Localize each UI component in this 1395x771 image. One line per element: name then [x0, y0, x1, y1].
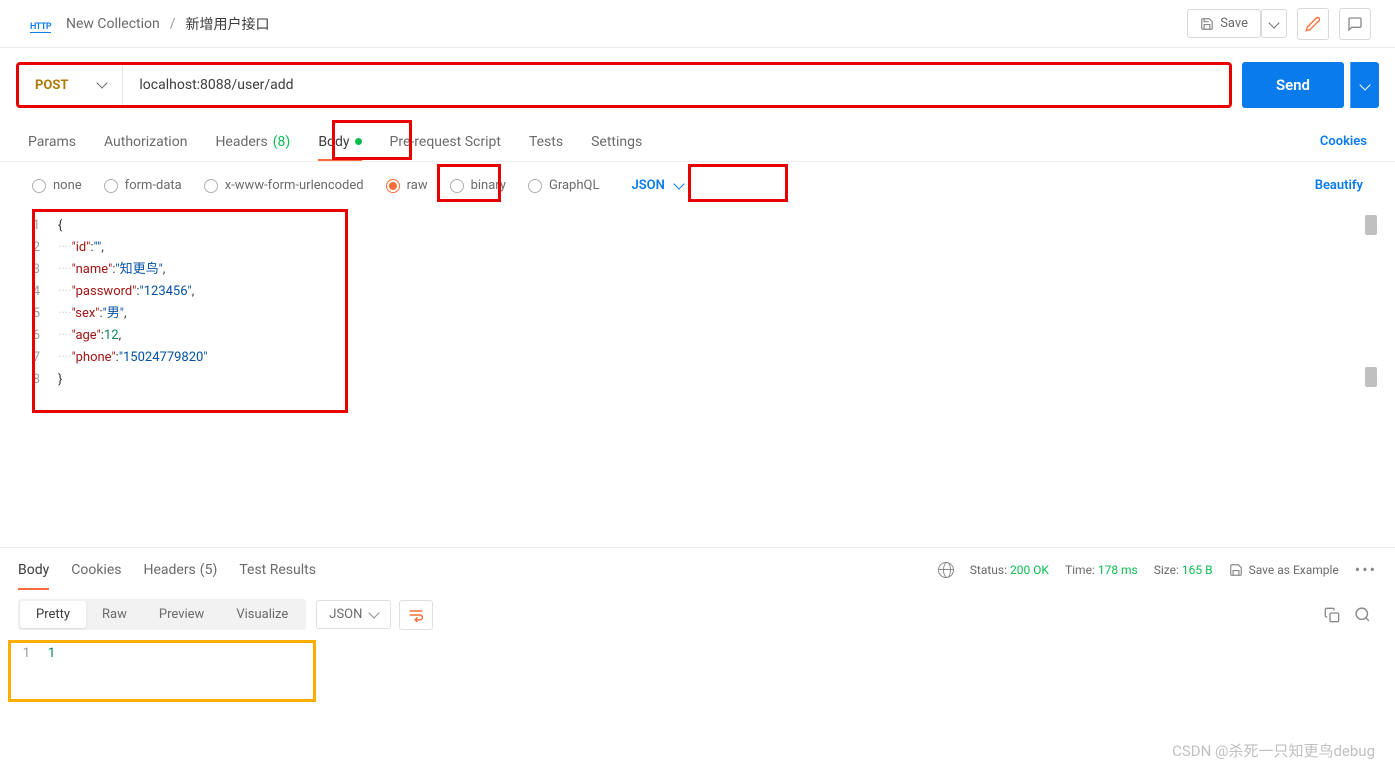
beautify-link[interactable]: Beautify — [1315, 178, 1363, 193]
save-label: Save — [1220, 16, 1248, 31]
tab-params[interactable]: Params — [28, 124, 76, 160]
view-raw[interactable]: Raw — [86, 601, 143, 628]
tab-prerequest[interactable]: Pre-request Script — [390, 124, 501, 160]
modified-dot-icon — [355, 138, 362, 145]
editor-line: 8} — [18, 369, 1377, 391]
editor-line: 3····"name":"知更鸟", — [18, 259, 1377, 281]
scrollbar-thumb[interactable] — [1365, 215, 1377, 235]
editor-line: 1{ — [18, 215, 1377, 237]
editor-line: 5····"sex":"男", — [18, 303, 1377, 325]
chevron-down-icon — [1268, 17, 1279, 28]
crumb-collection[interactable]: New Collection — [66, 16, 160, 32]
chevron-down-icon — [97, 77, 108, 88]
editor-line: 7····"phone":"15024779820" — [18, 347, 1377, 369]
crumb-request: 新增用户接口 — [186, 14, 270, 34]
response-body[interactable]: 1 1 — [8, 642, 1387, 665]
more-icon[interactable]: ••• — [1355, 560, 1377, 579]
headers-count: (8) — [273, 134, 291, 150]
wrap-icon — [408, 608, 424, 622]
tab-body[interactable]: Body — [318, 124, 361, 160]
comment-button[interactable] — [1339, 8, 1371, 40]
search-button[interactable] — [1347, 600, 1377, 630]
save-icon — [1200, 17, 1214, 31]
response-tab-headers[interactable]: Headers (5) — [143, 550, 217, 590]
http-icon — [30, 17, 56, 31]
body-type-raw[interactable]: raw — [386, 178, 428, 193]
editor-line: 2····"id":"", — [18, 237, 1377, 259]
line-number: 1 — [8, 646, 48, 661]
search-icon — [1354, 606, 1371, 623]
response-headers-count: (5) — [200, 562, 218, 578]
tab-settings[interactable]: Settings — [591, 124, 642, 160]
chevron-down-icon — [1359, 79, 1370, 90]
body-type-binary[interactable]: binary — [450, 178, 506, 193]
view-pretty[interactable]: Pretty — [20, 601, 86, 628]
save-button[interactable]: Save — [1187, 9, 1261, 38]
wrap-lines-button[interactable] — [399, 600, 433, 630]
view-preview[interactable]: Preview — [143, 601, 220, 628]
time-label: Time: 178 ms — [1065, 563, 1138, 577]
globe-icon[interactable] — [938, 562, 954, 578]
comment-icon — [1347, 16, 1363, 32]
tab-headers[interactable]: Headers (8) — [215, 124, 290, 160]
scrollbar-thumb[interactable] — [1365, 367, 1377, 387]
method-label: POST — [35, 78, 68, 93]
size-label: Size: 165 B — [1154, 563, 1213, 577]
url-input[interactable] — [139, 77, 1213, 93]
cookies-link[interactable]: Cookies — [1320, 134, 1367, 149]
editor-line: 6····"age":12, — [18, 325, 1377, 347]
method-dropdown[interactable]: POST — [19, 65, 123, 105]
breadcrumb: New Collection / 新增用户接口 — [30, 14, 270, 34]
send-dropdown[interactable] — [1350, 62, 1379, 108]
save-icon — [1229, 563, 1243, 577]
response-content: 1 — [48, 646, 55, 661]
editor-line: 4····"password":"123456", — [18, 281, 1377, 303]
edit-button[interactable] — [1297, 8, 1329, 40]
pencil-icon — [1305, 16, 1321, 32]
request-body-editor[interactable]: 1{2····"id":"",3····"name":"知更鸟",4····"p… — [18, 209, 1377, 397]
watermark: CSDN @杀死一只知更鸟debug — [1172, 740, 1375, 761]
tab-tests[interactable]: Tests — [529, 124, 563, 160]
body-type-none[interactable]: none — [32, 178, 82, 193]
crumb-separator: / — [170, 16, 176, 32]
save-dropdown[interactable] — [1261, 9, 1287, 38]
response-tab-body[interactable]: Body — [18, 550, 49, 590]
chevron-down-icon — [673, 178, 684, 189]
body-type-graphql[interactable]: GraphQL — [528, 178, 599, 193]
highlight-box — [688, 164, 788, 202]
chevron-down-icon — [369, 607, 380, 618]
response-tab-test-results[interactable]: Test Results — [239, 550, 316, 590]
content-type-dropdown[interactable]: JSON — [621, 174, 692, 197]
copy-icon — [1324, 607, 1340, 623]
tab-authorization[interactable]: Authorization — [104, 124, 187, 160]
body-type-urlencoded[interactable]: x-www-form-urlencoded — [204, 178, 364, 193]
save-example-button[interactable]: Save as Example — [1229, 563, 1339, 577]
copy-button[interactable] — [1317, 600, 1347, 630]
view-visualize[interactable]: Visualize — [220, 601, 304, 628]
response-format-dropdown[interactable]: JSON — [316, 600, 391, 629]
request-url-bar: POST — [16, 62, 1232, 108]
response-tab-cookies[interactable]: Cookies — [71, 550, 121, 590]
body-type-formdata[interactable]: form-data — [104, 178, 182, 193]
send-button[interactable]: Send — [1242, 62, 1344, 108]
status-label: Status: 200 OK — [970, 563, 1049, 577]
